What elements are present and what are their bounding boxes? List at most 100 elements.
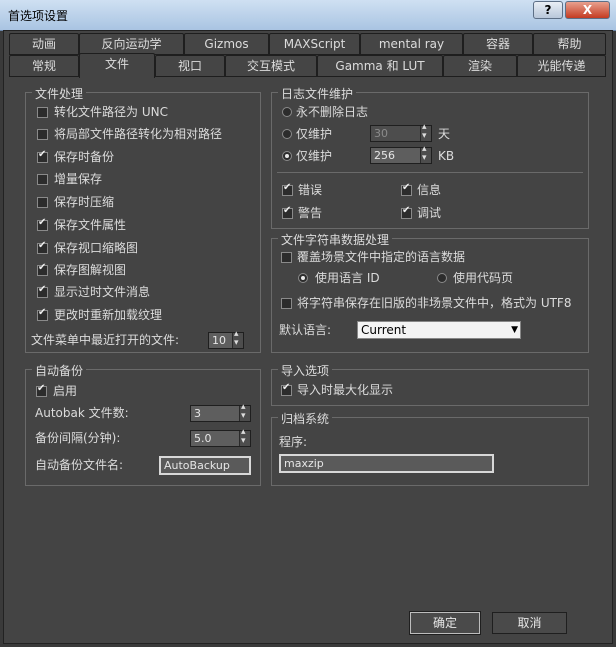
tab-help[interactable]: 帮助: [533, 33, 606, 55]
lang-id-radio[interactable]: [298, 273, 308, 283]
archive-title: 归档系统: [278, 410, 333, 427]
file-handling-checkbox[interactable]: [37, 262, 48, 276]
tab-rendering[interactable]: 渲染: [443, 55, 517, 77]
archive-program-input[interactable]: maxzip: [279, 454, 494, 473]
tab-interaction-mode[interactable]: 交互模式: [225, 55, 317, 77]
utf8-label: 将字符串保存在旧版的非场景文件中，格式为 UTF8: [297, 296, 572, 310]
log-type-label: 警告: [298, 206, 323, 220]
default-lang-value: Current: [361, 323, 407, 337]
window-title: 首选项设置: [8, 9, 69, 23]
log-kb-unit: KB: [438, 149, 455, 163]
import-maximize-checkbox[interactable]: [281, 382, 292, 396]
log-kb-label: 仅维护: [296, 149, 333, 163]
log-days-label: 仅维护: [296, 127, 333, 141]
log-type-label: 信息: [417, 183, 442, 197]
tab-files[interactable]: 文件: [79, 53, 155, 78]
spinner-arrows-icon[interactable]: [239, 427, 250, 446]
help-button[interactable]: ?: [533, 1, 563, 19]
tab-general[interactable]: 常规: [9, 55, 79, 77]
file-handling-checkbox[interactable]: [37, 174, 48, 185]
recent-files-spinner[interactable]: 10: [208, 329, 244, 349]
import-title: 导入选项: [278, 362, 333, 379]
file-handling-label: 显示过时文件消息: [54, 285, 151, 299]
close-button[interactable]: X: [565, 1, 610, 19]
auto-backup-enable-label: 启用: [53, 384, 78, 398]
autobak-interval-value: 5.0: [194, 432, 212, 445]
tab-containers[interactable]: 容器: [463, 33, 533, 55]
codepage-radio[interactable]: [437, 273, 447, 283]
log-type-checkbox[interactable]: [282, 205, 293, 219]
archive-program-label: 程序:: [279, 435, 308, 449]
override-lang-checkbox[interactable]: [281, 252, 292, 263]
codepage-label: 使用代码页: [453, 271, 514, 285]
tab-mental-ray[interactable]: mental ray: [360, 33, 463, 55]
file-handling-checkbox[interactable]: [37, 149, 48, 163]
file-handling-checkbox[interactable]: [37, 197, 48, 208]
spinner-arrows-icon[interactable]: [420, 144, 431, 163]
tab-radiosity[interactable]: 光能传递: [517, 55, 606, 77]
file-handling-label: 更改时重新加载纹理: [54, 308, 163, 322]
log-type-checkbox[interactable]: [401, 205, 412, 219]
file-handling-checkbox[interactable]: [37, 129, 48, 140]
log-divider: [277, 172, 583, 173]
recent-files-value: 10: [212, 334, 226, 347]
file-handling-checkbox[interactable]: [37, 107, 48, 118]
autobak-count-value: 3: [194, 407, 201, 420]
lang-id-label: 使用语言 ID: [315, 271, 380, 285]
log-kb-radio[interactable]: [282, 151, 292, 161]
file-handling-label: 保存文件属性: [54, 218, 127, 232]
log-days-unit: 天: [438, 127, 451, 141]
file-handling-checkbox[interactable]: [37, 240, 48, 254]
file-handling-label: 保存视口缩略图: [54, 241, 139, 255]
auto-backup-title: 自动备份: [32, 362, 87, 379]
tab-gamma-lut[interactable]: Gamma 和 LUT: [317, 55, 443, 77]
file-handling-label: 将局部文件路径转化为相对路径: [54, 127, 223, 141]
recent-files-label: 文件菜单中最近打开的文件:: [31, 333, 180, 347]
file-handling-label: 转化文件路径为 UNC: [54, 105, 168, 119]
log-days-radio[interactable]: [282, 129, 292, 139]
tab-gizmos[interactable]: Gizmos: [184, 33, 269, 55]
tab-animation[interactable]: 动画: [9, 33, 79, 55]
file-handling-label: 保存时备份: [54, 150, 115, 164]
log-kb-value: 256: [374, 149, 395, 162]
log-kb-spinner[interactable]: 256: [370, 144, 432, 164]
utf8-checkbox[interactable]: [281, 298, 292, 309]
spinner-arrows-icon[interactable]: [232, 329, 243, 348]
file-handling-title: 文件处理: [32, 85, 87, 102]
file-handling-checkbox[interactable]: [37, 307, 48, 321]
file-handling-checkbox[interactable]: [37, 217, 48, 231]
ok-button[interactable]: 确定: [409, 611, 481, 635]
import-maximize-label: 导入时最大化显示: [297, 383, 394, 397]
file-handling-checkbox[interactable]: [37, 284, 48, 298]
autobak-interval-spinner[interactable]: 5.0: [190, 427, 251, 447]
tab-ik[interactable]: 反向运动学: [79, 33, 184, 55]
log-title: 日志文件维护: [278, 85, 357, 102]
spinner-arrows-icon[interactable]: [420, 122, 431, 141]
log-never-label: 永不删除日志: [296, 105, 369, 119]
autobak-count-label: Autobak 文件数:: [35, 406, 129, 420]
title-bar: 首选项设置 ? X: [0, 0, 616, 31]
log-days-spinner[interactable]: 30: [370, 122, 432, 142]
log-days-value: 30: [374, 127, 388, 140]
log-type-checkbox[interactable]: [401, 182, 412, 196]
autobak-interval-label: 备份间隔(分钟):: [35, 431, 121, 445]
file-handling-label: 保存图解视图: [54, 263, 127, 277]
default-lang-select[interactable]: Current ▼: [357, 321, 521, 339]
archive-group: 归档系统: [271, 410, 589, 486]
autobak-count-spinner[interactable]: 3: [190, 402, 251, 422]
tab-viewports[interactable]: 视口: [155, 55, 225, 77]
autobak-name-label: 自动备份文件名:: [35, 458, 124, 472]
log-type-label: 调试: [417, 206, 442, 220]
file-handling-label: 保存时压缩: [54, 195, 115, 209]
autobak-name-input[interactable]: AutoBackup: [159, 456, 251, 475]
chevron-down-icon: ▼: [511, 325, 518, 335]
tab-maxscript[interactable]: MAXScript: [269, 33, 360, 55]
log-never-radio[interactable]: [282, 107, 292, 117]
auto-backup-enable-checkbox[interactable]: [36, 383, 47, 397]
cancel-button[interactable]: 取消: [492, 612, 567, 634]
override-lang-label: 覆盖场景文件中指定的语言数据: [297, 250, 466, 264]
file-handling-label: 增量保存: [54, 172, 103, 186]
log-type-checkbox[interactable]: [282, 182, 293, 196]
string-data-title: 文件字符串数据处理: [278, 231, 393, 248]
spinner-arrows-icon[interactable]: [239, 402, 250, 421]
